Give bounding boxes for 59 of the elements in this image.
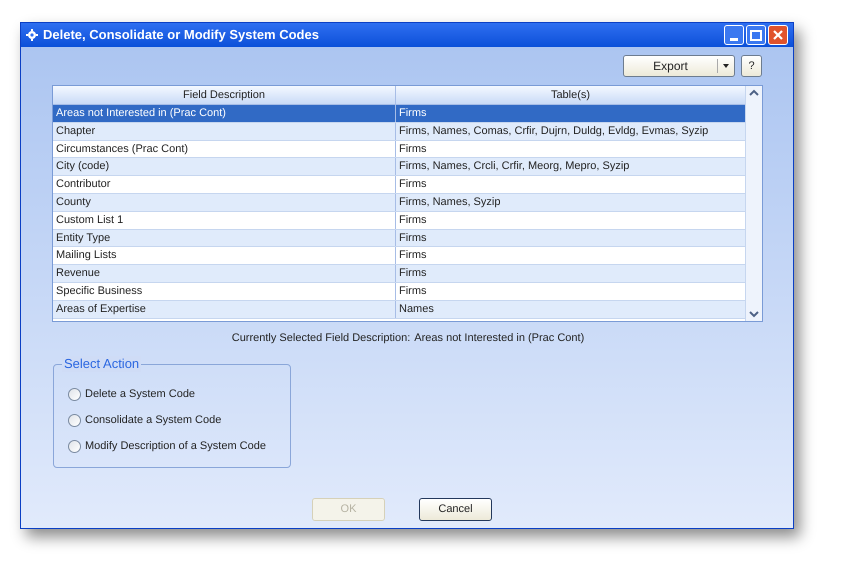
table-row[interactable]: Mailing Lists Firms — [53, 247, 745, 266]
table-row[interactable]: Chapter Firms, Names, Comas, Crfir, Dujrn, Duldg, Evldg, Evmas, Syzip — [53, 122, 745, 141]
table-cell-text: Firms — [398, 266, 428, 282]
selection-label: Currently Selected Field Description: — [232, 331, 410, 346]
table-cell: City (code) — [53, 158, 396, 176]
minimize-button[interactable] — [724, 25, 744, 45]
scrollbar[interactable] — [745, 86, 762, 321]
radio-button[interactable] — [68, 388, 81, 401]
table-row[interactable]: Entity Type Firms — [53, 230, 745, 248]
table-row[interactable]: Circumstances (Prac Cont) Firms — [53, 140, 745, 158]
table-cell: Entity Type — [53, 230, 396, 246]
table-cell-text: Names — [398, 302, 435, 317]
column-header[interactable]: Field Description — [53, 86, 396, 104]
table-cell-text: Firms — [398, 248, 428, 264]
table-cell: Mailing Lists — [53, 247, 396, 264]
table-cell: Revenue — [53, 265, 396, 282]
table-cell-text: Firms, Names, Syzip — [398, 194, 502, 210]
table-row[interactable]: Specific Business Firms — [53, 282, 745, 301]
table-cell-text: Firms — [398, 284, 428, 299]
table-cell: Areas of Expertise — [53, 300, 396, 318]
group-title: Select Action — [62, 356, 142, 372]
table-row[interactable]: City (code) Firms, Names, Crcli, Crfir, Meorg, Mepro, Syzip — [53, 158, 745, 176]
radio-button[interactable] — [68, 440, 81, 453]
table-row[interactable]: County Firms, Names, Syzip — [53, 194, 745, 212]
table-cell: Circumstances (Prac Cont) — [53, 140, 396, 158]
table-cell: Contributor — [53, 176, 396, 193]
caret-icon — [723, 64, 729, 68]
table-row[interactable]: Custom List 1 Firms — [53, 212, 745, 230]
table-row[interactable]: Areas not Interested in (Prac Cont) Firms — [53, 105, 745, 123]
table-cell: Areas not Interested in (Prac Cont) — [53, 105, 396, 122]
radio-option[interactable]: Modify Description of a System Code — [68, 438, 290, 454]
table-cell: Specific Business — [53, 282, 396, 300]
table-cell-text: Firms — [398, 177, 428, 192]
maximize-icon — [750, 30, 762, 40]
table-cell: Custom List 1 — [53, 212, 396, 229]
minimize-icon — [730, 38, 738, 41]
table-cell-text: Firms — [398, 230, 428, 246]
table-cell: County — [53, 194, 396, 211]
export-button[interactable]: Export — [623, 55, 735, 77]
close-icon — [773, 30, 783, 40]
selection-value: Areas not Interested in (Prac Cont) — [414, 331, 584, 346]
help-button[interactable]: ? — [741, 55, 762, 77]
table-cell-text: Firms — [398, 212, 428, 228]
table-cell-text: Firms — [398, 106, 428, 121]
table-row[interactable]: Contributor Firms — [53, 176, 745, 194]
column-header[interactable]: Table(s) — [396, 86, 745, 104]
table-row[interactable]: Areas of Expertise Names — [53, 300, 745, 319]
window-title: Delete, Consolidate or Modify System Codes — [43, 26, 320, 44]
table-row[interactable]: Revenue Firms — [53, 265, 745, 283]
radio-option[interactable]: Consolidate a System Code — [68, 412, 290, 428]
radio-option[interactable]: Delete a System Code — [68, 386, 290, 402]
dialog-button[interactable]: Cancel — [419, 498, 492, 520]
table-cell-text: Firms, Names, Crcli, Crfir, Meorg, Mepro, Syzip — [398, 159, 630, 174]
table-cell-text: Firms — [398, 142, 428, 157]
radio-button[interactable] — [68, 414, 81, 427]
table-cell-text: Firms, Names, Comas, Crfir, Dujrn, Duldg, Evldg, Evmas, Syzip — [398, 124, 710, 139]
close-button[interactable] — [768, 25, 788, 45]
maximize-button[interactable] — [746, 25, 766, 45]
table-cell: Chapter — [53, 122, 396, 140]
